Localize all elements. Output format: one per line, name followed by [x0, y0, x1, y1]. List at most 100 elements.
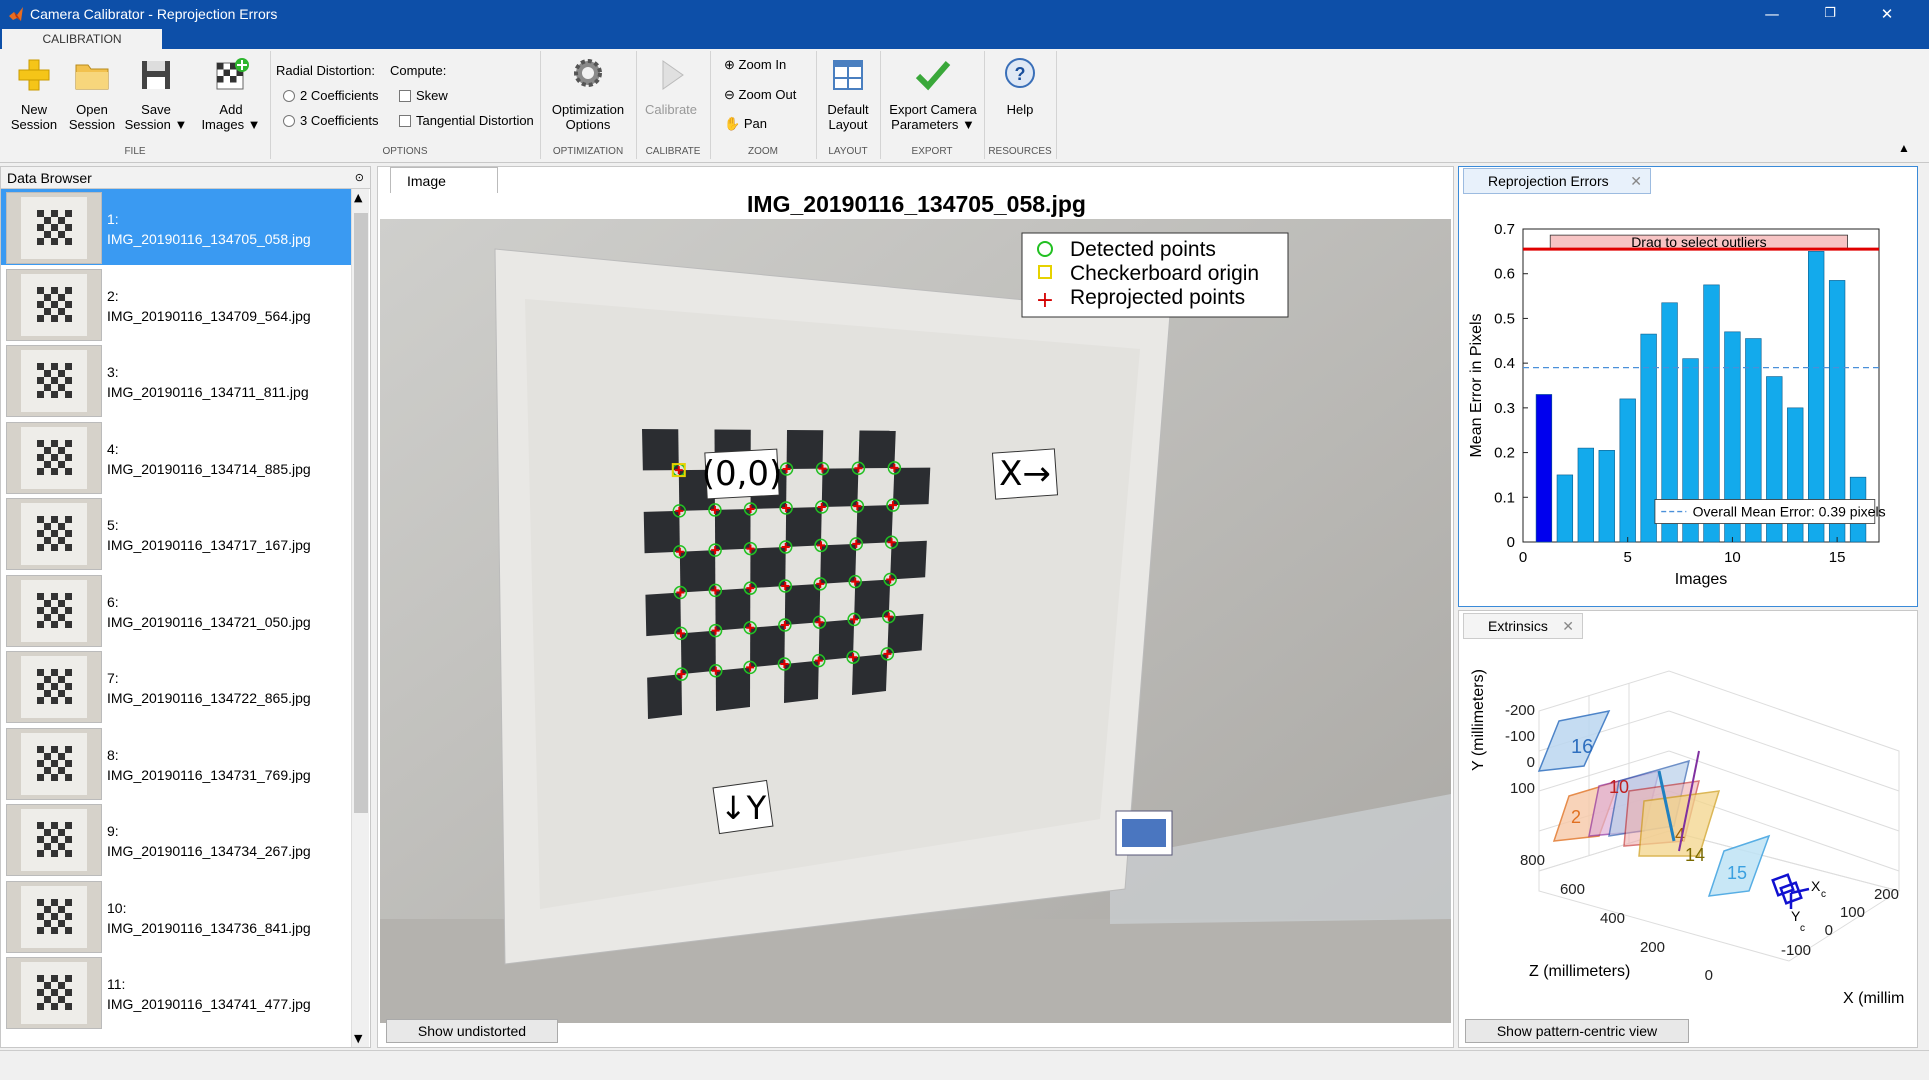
image-index: 3: — [107, 364, 119, 380]
checker-square — [786, 430, 824, 469]
collapse-ribbon-icon[interactable]: ▲ — [1898, 141, 1910, 155]
svg-text:?: ? — [1015, 64, 1026, 84]
radial-2-coefficients-option[interactable]: 2 Coefficients — [283, 88, 379, 103]
show-pattern-centric-view-button[interactable]: Show pattern-centric view — [1465, 1019, 1689, 1043]
image-name: IMG_20190116_134722_865.jpg — [107, 690, 311, 706]
scroll-thumb[interactable] — [354, 213, 368, 813]
z-tick: 600 — [1560, 881, 1585, 898]
tab-calibration[interactable]: CALIBRATION — [2, 29, 162, 50]
calibration-image[interactable]: (0,0) X→ ↓Y + Detected points Checkerboa… — [380, 219, 1451, 1023]
list-item-image[interactable]: 4: IMG_20190116_134714_885.jpg — [1, 419, 351, 495]
reprojection-error-chart[interactable]: Drag to select outliers00.10.20.30.40.50… — [1459, 195, 1917, 605]
export-camera-parameters-button[interactable]: Export Camera Parameters ▼ — [884, 55, 982, 132]
extrinsics-x-label: X (millim — [1843, 990, 1904, 1007]
y-tick-label: 0.2 — [1494, 445, 1515, 462]
zoom-out-icon: ⊖ — [724, 87, 739, 102]
image-filename: 8: IMG_20190116_134731_769.jpg — [107, 745, 311, 785]
list-scrollbar[interactable]: ▲ ▼ — [351, 189, 369, 1047]
tab-image[interactable]: Image — [390, 167, 498, 193]
y-axis-label: ↓Y — [720, 789, 767, 827]
extrinsics-panel: Extrinsics ✕ 16 2 10 4 14 15 X c Y c -20… — [1458, 610, 1918, 1048]
x-tick-label: 5 — [1624, 549, 1632, 566]
image-name: IMG_20190116_134711_811.jpg — [107, 384, 309, 400]
ribbon-separator — [880, 51, 881, 159]
list-item-image[interactable]: 11: IMG_20190116_134741_477.jpg — [1, 954, 351, 1030]
image-thumbnail — [6, 727, 102, 800]
scroll-up-icon[interactable]: ▲ — [354, 191, 362, 204]
optimization-options-button[interactable]: Optimization Options — [546, 55, 630, 132]
ribbon-separator — [636, 51, 637, 159]
image-filename: 10: IMG_20190116_134736_841.jpg — [107, 898, 311, 938]
image-thumbnail — [6, 268, 102, 341]
ribbon-tab-strip — [0, 29, 1929, 49]
tangential-distortion-checkbox[interactable]: Tangential Distortion — [399, 113, 534, 128]
open-session-label-2: Session — [68, 117, 116, 132]
origin-label-box: (0,0) — [702, 448, 782, 500]
scroll-down-icon[interactable]: ▼ — [354, 1032, 362, 1045]
section-calibrate: CALIBRATE — [645, 146, 701, 157]
tab-extrinsics[interactable]: Extrinsics ✕ — [1463, 613, 1583, 639]
list-item-image[interactable]: 5: IMG_20190116_134717_167.jpg — [1, 495, 351, 571]
default-layout-label-1: Default — [827, 102, 869, 117]
image-name: IMG_20190116_134714_885.jpg — [107, 460, 311, 477]
data-browser-panel: Data Browser ⊙ 1: IMG_20190116_134705_058… — [0, 166, 371, 1048]
tab-reprojection-errors[interactable]: Reprojection Errors ✕ — [1463, 168, 1651, 194]
image-index: 2: — [107, 287, 119, 304]
list-item-image[interactable]: 3: IMG_20190116_134711_811.jpg — [1, 342, 351, 418]
open-session-button[interactable]: Open Session — [64, 55, 120, 132]
optimization-label-1: Optimization — [551, 102, 625, 117]
list-item-image[interactable]: 8: IMG_20190116_134731_769.jpg — [1, 725, 351, 801]
new-session-button[interactable]: New Session — [6, 55, 62, 132]
reprojection-tab-label: Reprojection Errors — [1488, 173, 1609, 189]
status-bar — [0, 1050, 1929, 1080]
panel-menu-icon[interactable]: ⊙ — [355, 167, 364, 189]
reprojection-errors-panel: Reprojection Errors ✕ Drag to select out… — [1458, 166, 1918, 607]
open-session-label-1: Open — [76, 102, 108, 117]
default-layout-button[interactable]: Default Layout — [820, 55, 876, 132]
list-item-image[interactable]: 7: IMG_20190116_134722_865.jpg — [1, 648, 351, 724]
minimize-button[interactable]: — — [1752, 3, 1792, 25]
calibrate-button[interactable]: Calibrate — [640, 55, 702, 117]
y-axis-label: Mean Error in Pixels — [1468, 313, 1485, 457]
add-checkerboard-icon — [216, 58, 249, 90]
section-resources: RESOURCES — [988, 146, 1052, 157]
image-thumbnail — [6, 345, 102, 417]
pan-button[interactable]: ✋ Pan — [724, 116, 767, 132]
list-item-image[interactable]: 9: IMG_20190116_134734_267.jpg — [1, 801, 351, 877]
save-session-button[interactable]: Save Session ▼ — [122, 55, 190, 132]
ribbon-separator — [1056, 51, 1057, 159]
title-bar: Camera Calibrator - Reprojection Errors … — [0, 0, 1929, 29]
zoom-out-button[interactable]: ⊖ Zoom Out — [724, 87, 796, 103]
image-filename: 1: IMG_20190116_134705_058.jpg — [107, 209, 311, 249]
camera-y-label: Y — [1791, 908, 1801, 924]
list-item-image[interactable]: 1: IMG_20190116_134705_058.jpg — [1, 189, 351, 265]
window-title: Camera Calibrator - Reprojection Errors — [30, 6, 278, 22]
maximize-button[interactable]: ❐ — [1810, 3, 1850, 25]
image-thumbnail — [6, 421, 102, 494]
skew-checkbox[interactable]: Skew — [399, 88, 448, 103]
calibrate-label: Calibrate — [644, 102, 698, 117]
close-tab-icon[interactable]: ✕ — [1630, 169, 1642, 193]
list-item-image[interactable]: 6: IMG_20190116_134721_050.jpg — [1, 572, 351, 648]
z-tick: 200 — [1640, 939, 1665, 956]
zoom-in-button[interactable]: ⊕ Zoom In — [724, 57, 786, 73]
board-label-2: 2 — [1571, 807, 1581, 827]
close-window-button[interactable]: ✕ — [1867, 3, 1907, 25]
show-undistorted-button[interactable]: Show undistorted — [386, 1019, 558, 1043]
list-item-image[interactable]: 2: IMG_20190116_134709_564.jpg — [1, 266, 351, 342]
x-tick: 100 — [1840, 904, 1865, 921]
x-tick: 0 — [1825, 922, 1833, 939]
add-images-button[interactable]: Add Images ▼ — [196, 55, 266, 132]
image-index: 9: — [107, 823, 119, 839]
close-tab-icon[interactable]: ✕ — [1562, 614, 1574, 638]
ribbon-separator — [540, 51, 541, 159]
y-tick-label: 0.6 — [1494, 266, 1515, 283]
extrinsics-3d-plot[interactable]: 16 2 10 4 14 15 X c Y c -200 -100 0 100 … — [1459, 641, 1917, 1017]
help-button[interactable]: ? Help — [992, 55, 1048, 117]
list-item-image[interactable]: 10: IMG_20190116_134736_841.jpg — [1, 878, 351, 954]
radial-3-coefficients-option[interactable]: 3 Coefficients — [283, 113, 379, 128]
floppy-disk-icon — [142, 61, 170, 89]
error-bar — [1808, 251, 1825, 543]
new-session-label-1: New — [20, 102, 47, 117]
help-label: Help — [1006, 102, 1034, 117]
